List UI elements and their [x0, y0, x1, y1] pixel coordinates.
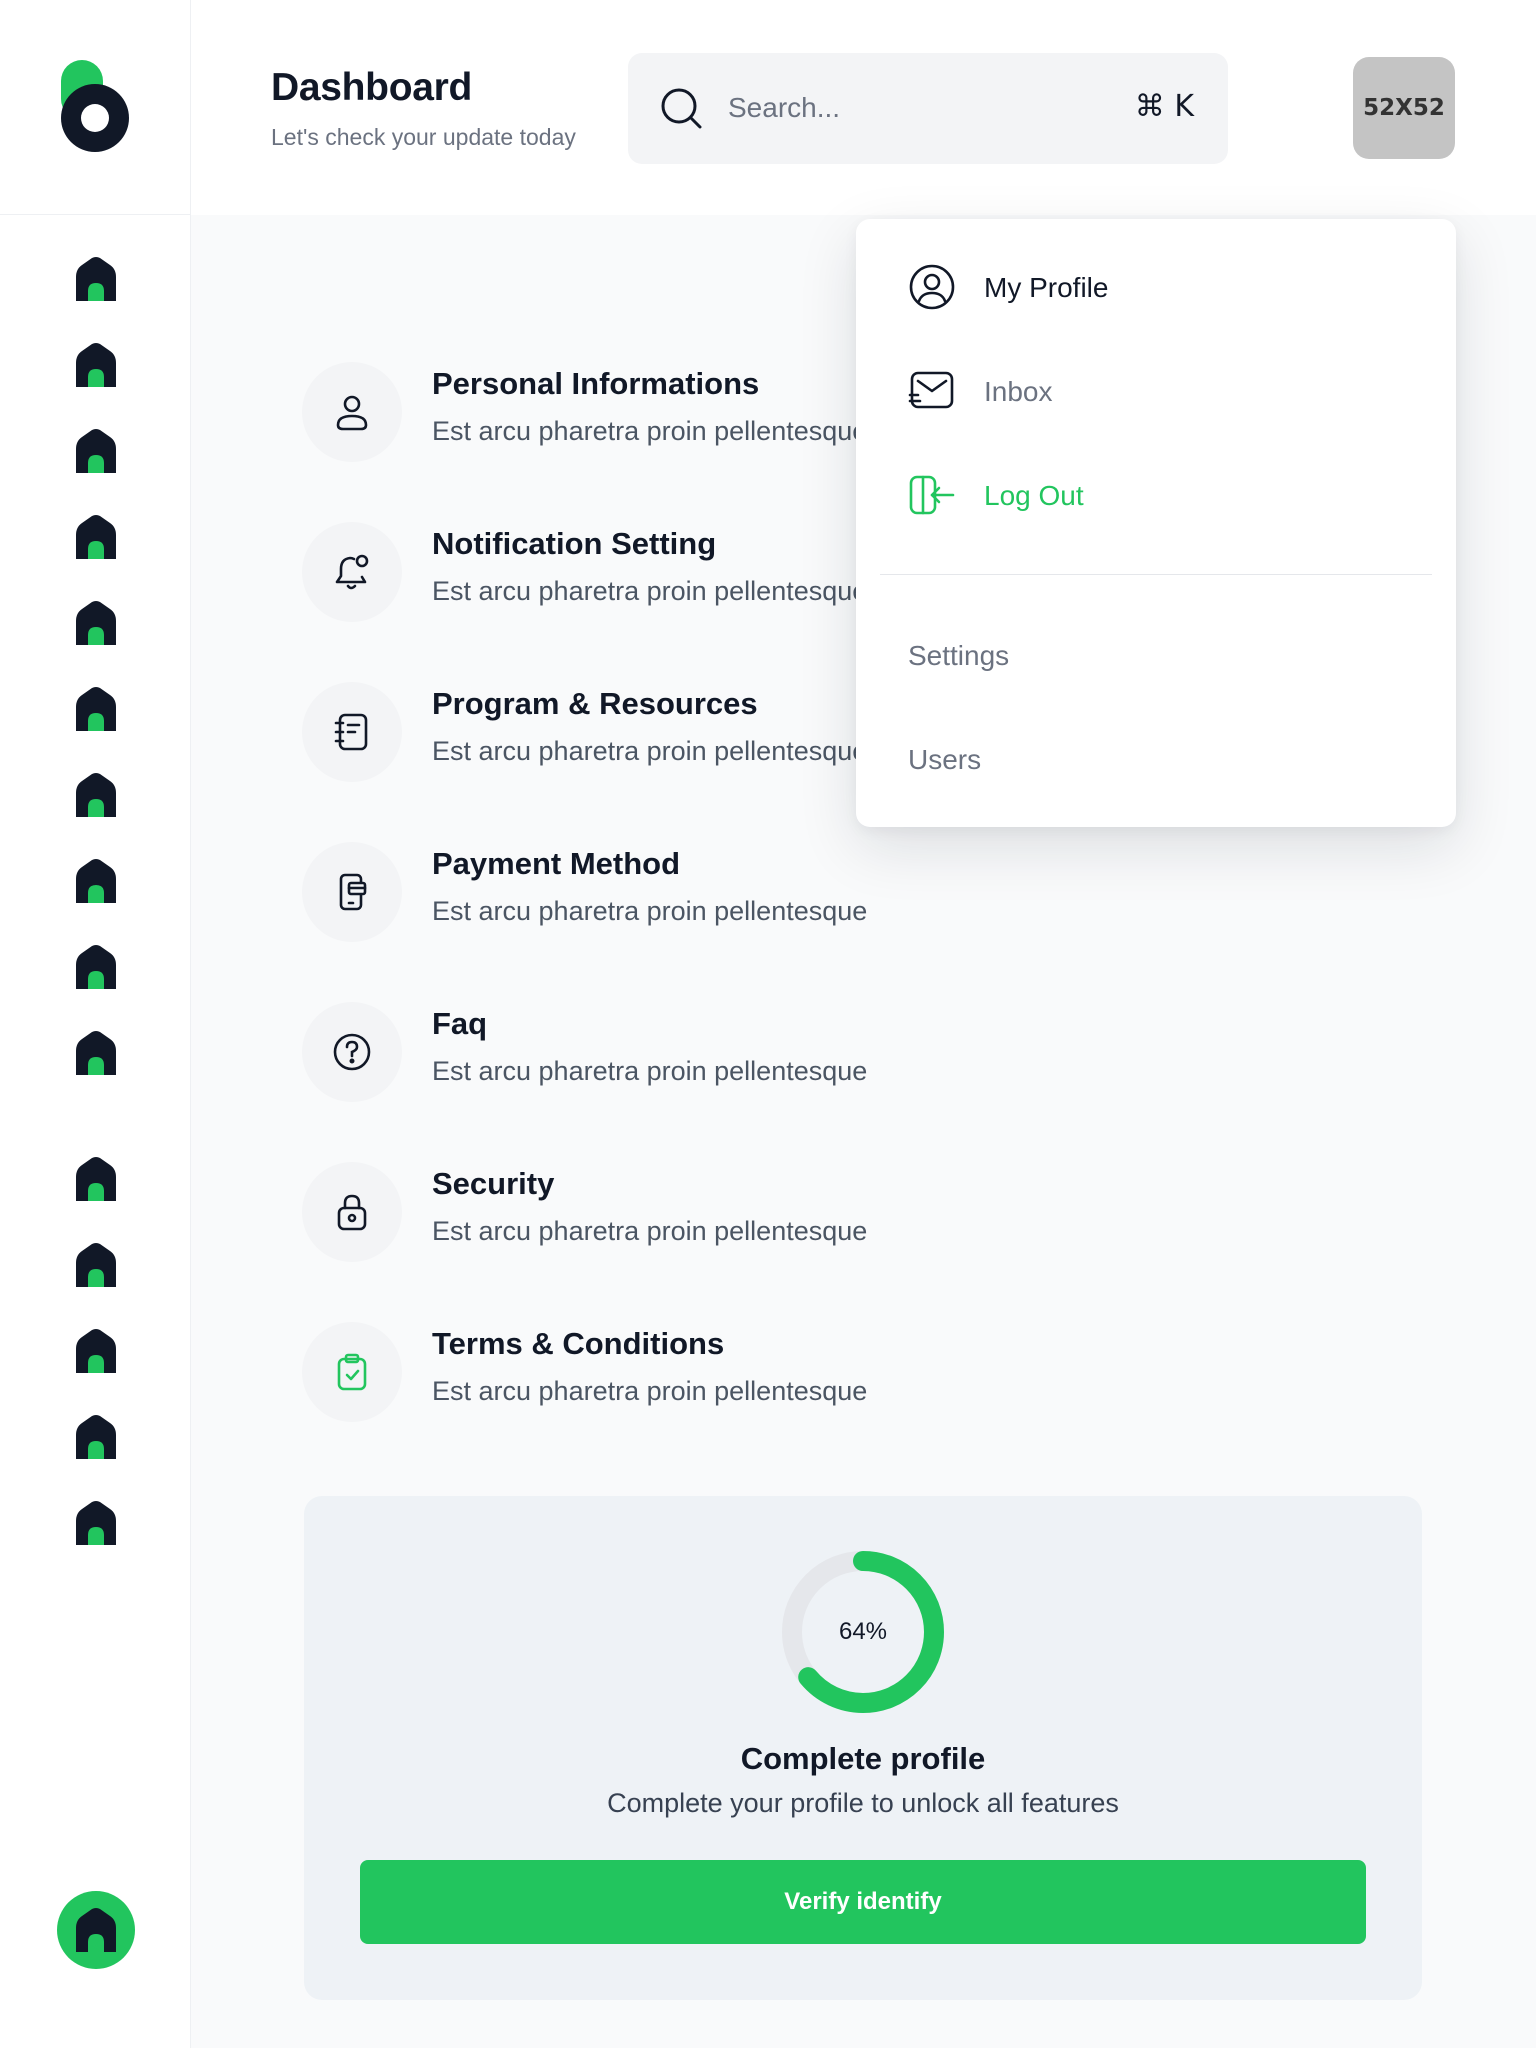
page-title: Dashboard	[271, 66, 473, 109]
home-icon	[76, 1157, 116, 1201]
menu-item-security[interactable]: Security Est arcu pharetra proin pellent…	[302, 1152, 1022, 1272]
menu-item-title: Notification Setting	[432, 526, 717, 561]
menu-item-desc: Est arcu pharetra proin pellentesque	[432, 1376, 868, 1406]
menu-item-terms-conditions[interactable]: Terms & Conditions Est arcu pharetra pro…	[302, 1312, 1022, 1432]
avatar[interactable]: 52X52	[1353, 57, 1455, 159]
home-icon	[76, 859, 116, 903]
sidebar-item-home[interactable]	[72, 255, 120, 303]
card-description: Complete your profile to unlock all feat…	[607, 1788, 1119, 1818]
home-icon	[76, 945, 116, 989]
menu-icon-container	[302, 1322, 402, 1422]
menu-icon-container	[302, 682, 402, 782]
home-icon	[76, 773, 116, 817]
logout-icon	[909, 475, 955, 515]
sidebar-item-home[interactable]	[72, 427, 120, 475]
menu-item-desc: Est arcu pharetra proin pellentesque	[432, 896, 868, 926]
menu-item-title: Personal Informations	[432, 366, 760, 401]
clipboard-check-icon	[337, 1353, 367, 1391]
page-subtitle: Let's check your update today	[271, 124, 576, 150]
menu-item-title: Payment Method	[432, 846, 681, 881]
dropdown-item-users[interactable]: Users	[908, 744, 981, 776]
menu-icon-container	[302, 522, 402, 622]
logo-area	[0, 0, 191, 215]
home-icon	[76, 1243, 116, 1287]
question-icon	[333, 1033, 371, 1071]
dropdown-item-inbox[interactable]: Inbox	[856, 351, 1456, 431]
home-icon	[76, 1908, 116, 1952]
sidebar-item-home[interactable]	[72, 943, 120, 991]
dropdown-label: My Profile	[984, 272, 1109, 303]
search-shortcut-hint: ⌘ K	[1134, 89, 1194, 124]
lock-icon	[337, 1194, 367, 1231]
progress-percent: 64%	[838, 1618, 888, 1645]
inbox-icon	[908, 371, 954, 409]
sidebar-item-home[interactable]	[72, 771, 120, 819]
sidebar-item-home[interactable]	[72, 1413, 120, 1461]
menu-item-payment-method[interactable]: Payment Method Est arcu pharetra proin p…	[302, 832, 1022, 952]
phone-card-icon	[339, 873, 367, 911]
top-bar: Dashboard Let's check your update today …	[0, 0, 1536, 215]
home-icon	[76, 601, 116, 645]
sidebar-item-home[interactable]	[72, 599, 120, 647]
dropdown-item-settings[interactable]: Settings	[908, 640, 1009, 672]
search-input[interactable]	[728, 83, 1058, 133]
card-title: Complete profile	[740, 1741, 986, 1776]
dropdown-divider	[880, 574, 1432, 575]
menu-item-title: Security	[432, 1166, 555, 1201]
menu-icon-container	[302, 1002, 402, 1102]
dropdown-item-my-profile[interactable]: My Profile	[856, 247, 1456, 327]
bell-icon	[335, 554, 369, 590]
sidebar-item-home[interactable]	[72, 1155, 120, 1203]
profile-dropdown-menu: My Profile Inbox Log Out Settings Users	[856, 219, 1456, 827]
home-icon	[76, 1501, 116, 1545]
menu-item-title: Faq	[432, 1006, 488, 1041]
dropdown-item-log-out[interactable]: Log Out	[856, 455, 1456, 535]
dropdown-label: Log Out	[984, 480, 1084, 511]
sidebar-item-home[interactable]	[72, 1499, 120, 1547]
home-icon	[76, 1031, 116, 1075]
sidebar-item-home-active[interactable]	[57, 1891, 135, 1969]
sidebar	[0, 215, 191, 2048]
search-bar[interactable]: ⌘ K	[628, 53, 1228, 164]
menu-icon-container	[302, 1162, 402, 1262]
home-icon	[76, 1329, 116, 1373]
verify-identity-button[interactable]: Verify identify	[360, 1860, 1366, 1944]
sidebar-item-home[interactable]	[72, 341, 120, 389]
sidebar-item-home[interactable]	[72, 1241, 120, 1289]
sidebar-item-home[interactable]	[72, 685, 120, 733]
menu-item-faq[interactable]: Faq Est arcu pharetra proin pellentesque	[302, 992, 1022, 1112]
sidebar-item-home[interactable]	[72, 513, 120, 561]
menu-item-desc: Est arcu pharetra proin pellentesque	[432, 416, 868, 446]
complete-profile-card: 64% Complete profile Complete your profi…	[304, 1496, 1422, 2000]
home-icon	[76, 257, 116, 301]
menu-item-desc: Est arcu pharetra proin pellentesque	[432, 736, 868, 766]
sidebar-item-home[interactable]	[72, 1029, 120, 1077]
home-icon	[76, 429, 116, 473]
search-icon	[661, 88, 702, 129]
sidebar-item-home[interactable]	[72, 1327, 120, 1375]
menu-item-title: Program & Resources	[432, 686, 758, 721]
home-icon	[76, 343, 116, 387]
menu-item-desc: Est arcu pharetra proin pellentesque	[432, 1216, 868, 1246]
brand-logo[interactable]	[61, 60, 129, 152]
dropdown-label: Inbox	[984, 376, 1053, 407]
menu-item-desc: Est arcu pharetra proin pellentesque	[432, 576, 868, 606]
menu-icon-container	[302, 842, 402, 942]
menu-item-title: Terms & Conditions	[432, 1326, 725, 1361]
home-icon	[76, 515, 116, 559]
menu-icon-container	[302, 362, 402, 462]
home-icon	[76, 1415, 116, 1459]
home-icon	[76, 687, 116, 731]
user-icon	[336, 395, 368, 431]
notebook-icon	[334, 713, 368, 751]
user-circle-icon	[909, 264, 955, 310]
sidebar-item-home[interactable]	[72, 857, 120, 905]
menu-item-desc: Est arcu pharetra proin pellentesque	[432, 1056, 868, 1086]
